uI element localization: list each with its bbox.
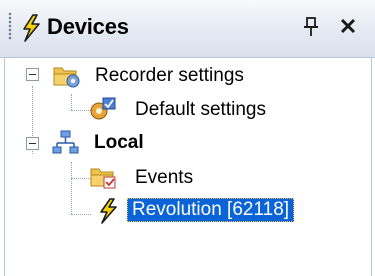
tree-connector	[71, 162, 72, 214]
tree-connector	[71, 214, 91, 215]
settings-gear-icon	[90, 97, 116, 120]
devices-tree[interactable]: Recorder settings Default settings Local…	[4, 58, 372, 276]
panel-header: Devices	[0, 0, 375, 58]
collapse-toggle[interactable]	[26, 137, 39, 150]
folder-events-icon	[90, 168, 116, 189]
lightning-icon	[100, 198, 117, 224]
tree-item-events[interactable]: Events	[135, 166, 193, 190]
tree-connector	[71, 110, 91, 111]
tree-item-revolution[interactable]: Revolution [62118]	[127, 198, 295, 222]
tree-item-recorder-settings[interactable]: Recorder settings	[95, 64, 244, 88]
panel-title: Devices	[47, 14, 129, 39]
collapse-toggle[interactable]	[26, 68, 39, 81]
folder-gear-icon	[53, 67, 80, 88]
devices-panel: Devices Recorder settings Default settin…	[0, 0, 375, 276]
tree-connector	[71, 94, 72, 110]
lightning-icon	[23, 14, 40, 42]
pin-icon	[304, 17, 318, 36]
close-icon	[340, 18, 356, 34]
drag-grip[interactable]	[8, 12, 12, 40]
network-icon	[52, 130, 79, 154]
pin-button[interactable]	[301, 16, 321, 38]
tree-item-default-settings[interactable]: Default settings	[135, 98, 266, 122]
tree-connector	[71, 178, 91, 179]
close-button[interactable]	[337, 15, 359, 37]
tree-item-local[interactable]: Local	[94, 131, 144, 155]
